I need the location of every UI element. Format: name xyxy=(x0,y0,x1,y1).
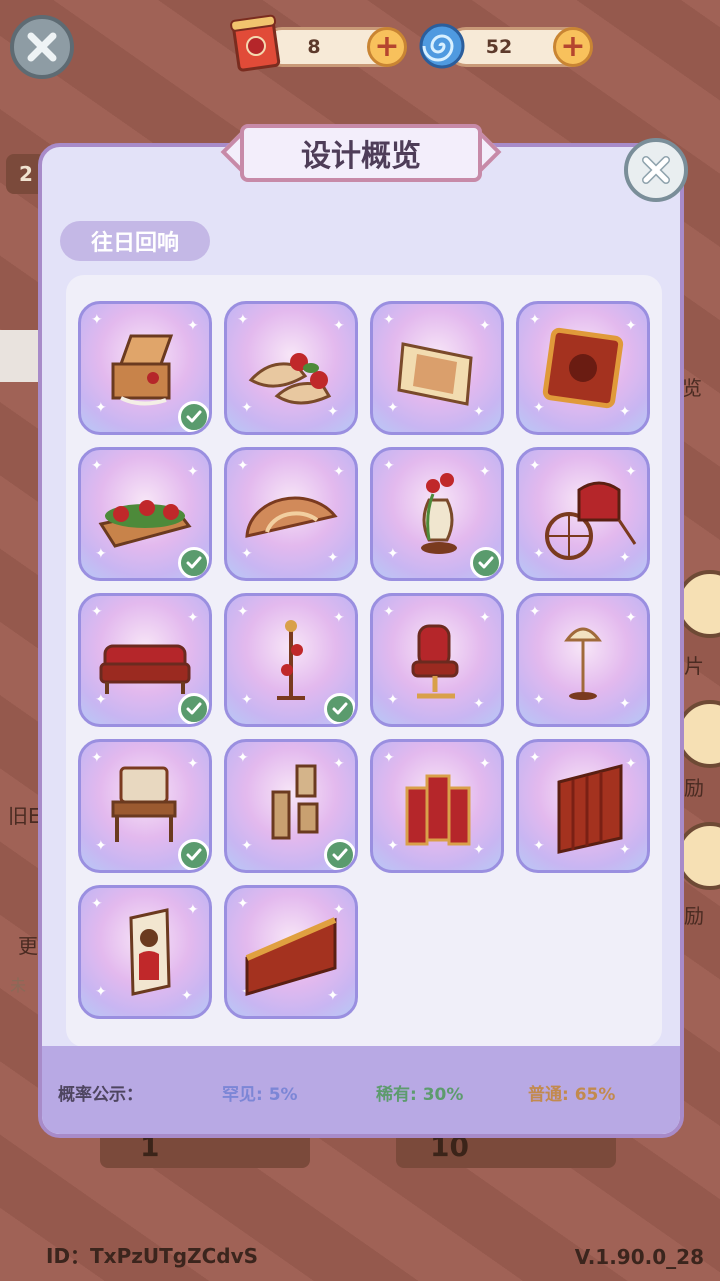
common-probability: 普通: 65% xyxy=(528,1085,616,1105)
design-item[interactable]: ✦✦✦✦ xyxy=(516,739,650,873)
spiral-token-icon xyxy=(419,23,465,69)
add-scroll-button[interactable]: + xyxy=(367,27,407,67)
dialog-title-banner: 设计概览 xyxy=(220,120,502,186)
bg-side-text: 励 xyxy=(684,904,704,928)
probability-bar: 概率公示： 罕见: 5% 稀有: 30% 普通: 65% xyxy=(42,1046,680,1134)
design-item[interactable]: ✦✦✦✦ xyxy=(224,593,358,727)
design-item[interactable]: ✦✦✦✦ xyxy=(370,447,504,581)
design-item[interactable]: ✦✦✦✦ xyxy=(370,301,504,435)
barber-chair-icon xyxy=(411,624,459,699)
design-overview-dialog: 往日回响 ✦ ✦ ✦ ✦ ✦ ✦ ✦ ✦ ✦ ✦ ✦ ✦ ✦ ✦ ✦ ✦ ✦ ✦ ✦ ✦ ✦ ✦ ✦ ✦ ✦ ✦ ✦ ✦ ✦ ✦ ✦ ✦ ✦ ✦ ✦… xyxy=(38,143,684,1138)
square-rug-icon xyxy=(542,327,624,409)
design-item[interactable]: ✦✦✦✦ xyxy=(224,885,358,1019)
uncommon-probability: 稀有: 30% xyxy=(376,1085,464,1105)
collected-check-icon xyxy=(178,547,209,578)
design-item[interactable]: ✦✦✦✦ xyxy=(224,447,358,581)
floor-lamp-icon xyxy=(564,627,602,700)
design-item[interactable]: ✦✦✦✦ xyxy=(224,301,358,435)
player-id: ID：TxPzUTgZCdvS xyxy=(46,1244,259,1268)
curtain-wall-icon xyxy=(557,764,623,854)
design-item[interactable]: ✦✦✦✦ xyxy=(78,301,212,435)
scroll-ticket-icon xyxy=(230,14,281,72)
design-item[interactable]: ✦✦✦✦ xyxy=(516,593,650,727)
cushion-icon xyxy=(397,342,473,406)
spiral-currency: 52 + xyxy=(446,27,593,67)
dialog-close-button[interactable] xyxy=(624,138,688,202)
collected-check-icon xyxy=(324,693,355,724)
set-name-label: 往日回响 xyxy=(60,221,210,261)
rose-shoes-icon xyxy=(248,353,332,405)
design-item[interactable]: ✦✦✦✦ xyxy=(224,739,358,873)
collected-check-icon xyxy=(470,547,501,578)
version-label: V.1.90.0_28 xyxy=(574,1245,704,1269)
collected-check-icon xyxy=(324,839,355,870)
bg-side-text: 更 xyxy=(18,934,38,958)
rickshaw-icon xyxy=(545,481,637,560)
design-item[interactable]: ✦✦✦✦ xyxy=(516,447,650,581)
bg-side-text: 未 xyxy=(10,976,27,995)
rare-probability: 罕见: 5% xyxy=(222,1085,298,1105)
bg-side-text: 片 xyxy=(684,654,704,678)
poster-icon xyxy=(129,908,171,996)
design-item[interactable]: ✦✦✦✦ xyxy=(78,593,212,727)
bg-strip xyxy=(0,330,40,382)
bg-side-text: 旧E xyxy=(8,804,41,828)
collected-check-icon xyxy=(178,693,209,724)
back-button[interactable] xyxy=(10,15,74,79)
design-item[interactable]: ✦✦✦✦ xyxy=(516,301,650,435)
bg-side-text: 励 xyxy=(684,776,704,800)
collected-check-icon xyxy=(178,839,209,870)
bg-side-text: 览 xyxy=(682,376,702,400)
close-icon xyxy=(642,156,670,184)
folding-screen-icon xyxy=(405,774,471,846)
close-icon xyxy=(27,32,57,62)
dialog-title: 设计概览 xyxy=(240,124,482,182)
add-spiral-button[interactable]: + xyxy=(553,27,593,67)
collected-check-icon xyxy=(178,401,209,432)
design-item[interactable]: ✦✦✦✦ xyxy=(78,447,212,581)
design-item[interactable]: ✦✦✦✦ xyxy=(78,885,212,1019)
stage-curtain-icon xyxy=(245,917,337,997)
half-round-rug-icon xyxy=(245,496,338,538)
design-item[interactable]: ✦✦✦✦ xyxy=(78,739,212,873)
design-item[interactable]: ✦✦✦✦ xyxy=(370,593,504,727)
probability-label: 概率公示： xyxy=(58,1085,143,1105)
design-item[interactable]: ✦✦✦✦ xyxy=(370,739,504,873)
item-grid: ✦ ✦ ✦ ✦ ✦ ✦ ✦ ✦ ✦ ✦ ✦ ✦ ✦ ✦ ✦ ✦ ✦ ✦ ✦ ✦ ✦ ✦ ✦ ✦ ✦ ✦ ✦ ✦ ✦ ✦ ✦ ✦ ✦ ✦ ✦ ✦ ✦ ✦ ✦ ✦… xyxy=(66,275,662,1047)
